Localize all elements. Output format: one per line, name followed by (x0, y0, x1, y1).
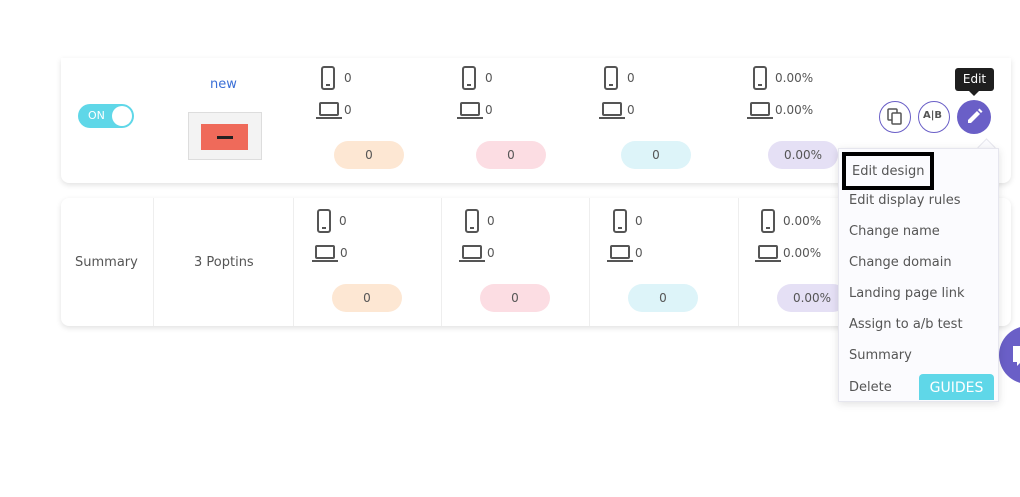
poptin-name-link[interactable]: new (210, 77, 237, 92)
views-mobile: 0 (344, 71, 352, 85)
summary-total-badge: 0 (332, 284, 402, 312)
desktop-icon (747, 102, 773, 119)
thumbnail-preview (201, 124, 248, 150)
rate-total-badge: 0.00% (768, 141, 838, 169)
mobile-icon (321, 66, 335, 90)
summary-total-badge: 0 (480, 284, 550, 312)
summary-total-badge: 0 (628, 284, 698, 312)
summary-desktop: 0 (635, 246, 643, 260)
leads-mobile: 0 (627, 71, 635, 85)
rate-mobile: 0.00% (775, 71, 814, 85)
tooltip-arrow (969, 91, 979, 96)
mobile-icon (761, 209, 775, 233)
leads-desktop: 0 (627, 103, 635, 117)
column-divider (153, 198, 154, 326)
guides-button[interactable]: GUIDES (919, 374, 994, 400)
duplicate-button[interactable] (879, 101, 911, 133)
ab-test-button[interactable]: A|B (918, 101, 950, 133)
copy-icon (887, 108, 902, 125)
mobile-icon (613, 209, 627, 233)
menu-item-delete[interactable]: Delete (849, 380, 892, 395)
summary-mobile: 0.00% (783, 214, 822, 228)
column-divider (589, 198, 590, 326)
menu-item-change-domain[interactable]: Change domain (849, 255, 952, 270)
pencil-icon (968, 108, 983, 123)
column-divider (293, 198, 294, 326)
conversions-total-badge: 0 (476, 141, 546, 169)
summary-mobile: 0 (487, 214, 495, 228)
edit-tooltip: Edit (955, 68, 994, 91)
summary-desktop: 0 (340, 246, 348, 260)
desktop-icon (459, 245, 485, 262)
desktop-icon (755, 245, 781, 262)
conversions-desktop: 0 (485, 103, 493, 117)
summary-mobile: 0 (635, 214, 643, 228)
column-divider (738, 198, 739, 326)
mobile-icon (462, 66, 476, 90)
on-off-toggle[interactable]: ON (78, 104, 134, 128)
chat-launcher-button[interactable] (999, 326, 1020, 384)
desktop-icon (607, 245, 633, 262)
toggle-label: ON (88, 109, 105, 122)
desktop-icon (457, 102, 483, 119)
menu-item-edit-design[interactable]: Edit design (842, 152, 934, 190)
edit-dropdown-menu: Edit design Edit display rules Change na… (838, 148, 999, 402)
summary-total-badge: 0.00% (777, 284, 847, 312)
menu-item-summary[interactable]: Summary (849, 348, 912, 363)
mobile-icon (753, 66, 767, 90)
summary-desktop: 0.00% (783, 246, 822, 260)
desktop-icon (316, 102, 342, 119)
chat-icon (1013, 346, 1020, 366)
desktop-icon (599, 102, 625, 119)
mobile-icon (465, 209, 479, 233)
desktop-icon (312, 245, 338, 262)
poptins-count: 3 Poptins (194, 255, 254, 270)
edit-button[interactable] (957, 100, 991, 134)
mobile-icon (317, 209, 331, 233)
poptin-thumbnail[interactable] (188, 112, 262, 160)
mobile-icon (604, 66, 618, 90)
thumbnail-bar (217, 136, 233, 139)
conversions-mobile: 0 (485, 71, 493, 85)
views-desktop: 0 (344, 103, 352, 117)
summary-desktop: 0 (487, 246, 495, 260)
leads-total-badge: 0 (621, 141, 691, 169)
menu-item-landing-page-link[interactable]: Landing page link (849, 286, 965, 301)
summary-label: Summary (75, 255, 138, 270)
rate-desktop: 0.00% (775, 103, 814, 117)
menu-item-change-name[interactable]: Change name (849, 224, 940, 239)
ab-label: A|B (923, 110, 943, 121)
toggle-knob (112, 106, 132, 126)
column-divider (441, 198, 442, 326)
views-total-badge: 0 (334, 141, 404, 169)
menu-item-assign-ab-test[interactable]: Assign to a/b test (849, 317, 963, 332)
menu-item-edit-display-rules[interactable]: Edit display rules (849, 193, 961, 208)
summary-mobile: 0 (339, 214, 347, 228)
